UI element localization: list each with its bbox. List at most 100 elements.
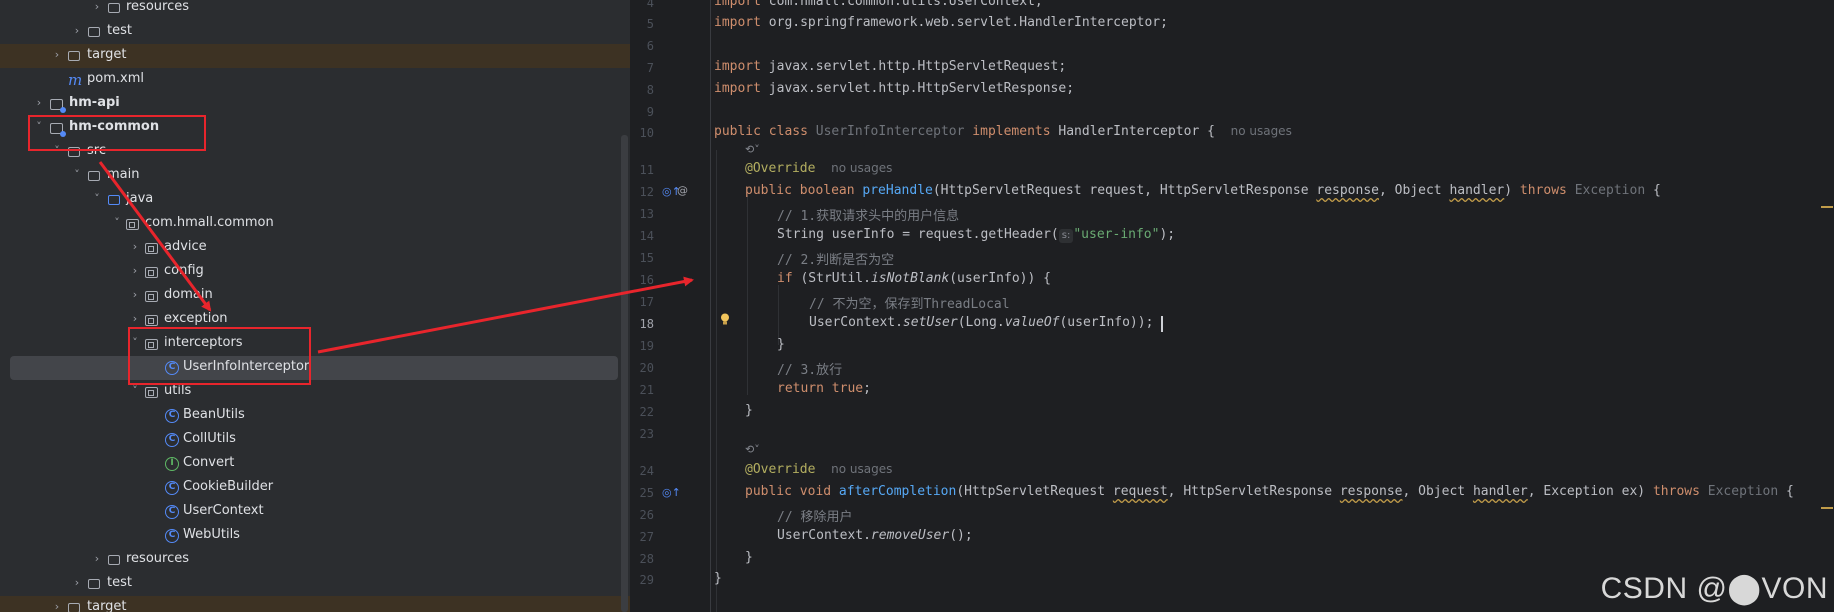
line-number: 18: [639, 317, 654, 331]
tree-item-label: advice: [164, 239, 207, 254]
tree-item-hm-api[interactable]: › hm-api: [0, 92, 630, 116]
chevron-right-icon[interactable]: ›: [50, 48, 64, 62]
tree-item-interceptors[interactable]: ˅ interceptors: [0, 332, 630, 356]
tree-item-label: exception: [164, 311, 228, 326]
tree-item-test[interactable]: › test: [0, 20, 630, 44]
tree-item-label: pom.xml: [87, 71, 144, 86]
inlay-hint-icon[interactable]: ⟲˅: [745, 443, 760, 456]
line-number: 28: [639, 552, 654, 566]
line-number: 22: [639, 405, 654, 419]
module-icon: [50, 99, 66, 113]
tree-item-cookiebuilder[interactable]: C CookieBuilder: [0, 476, 630, 500]
tree-item-label: Convert: [183, 455, 235, 470]
tree-item-com-hmall-common[interactable]: ˅ com.hmall.common: [0, 212, 630, 236]
chevron-down-icon[interactable]: ˅: [110, 216, 124, 230]
tree-item-label: utils: [164, 383, 192, 398]
tree-item-webutils[interactable]: C WebUtils: [0, 524, 630, 548]
tree-item-collutils[interactable]: C CollUtils: [0, 428, 630, 452]
tree-item-test[interactable]: › test: [0, 572, 630, 596]
tree-item-label: hm-api: [69, 95, 120, 110]
tree-item-label: CookieBuilder: [183, 479, 274, 494]
chevron-right-icon[interactable]: ›: [90, 552, 104, 566]
line-number: 13: [639, 207, 654, 221]
csdn-watermark: CSDN @⬤VON: [1600, 572, 1828, 605]
tree-item-label: test: [107, 23, 132, 38]
class-icon: C: [165, 481, 179, 495]
text-caret: [1161, 316, 1163, 332]
chevron-right-icon[interactable]: ›: [90, 0, 104, 14]
folder-icon: [108, 555, 120, 565]
tree-item-usercontext[interactable]: C UserContext: [0, 500, 630, 524]
folder-icon: [88, 171, 100, 181]
code-line-20: // 3.放行: [777, 363, 843, 378]
code-line-24: @Override no usages: [745, 462, 893, 477]
tree-item-target[interactable]: › target: [0, 44, 630, 68]
line-number: 4: [646, 0, 654, 10]
tree-item-main[interactable]: ˅ main: [0, 164, 630, 188]
warning-stripe-mark[interactable]: [1821, 206, 1833, 208]
folder-icon: [88, 579, 100, 589]
gutter-divider: [710, 0, 711, 612]
code-editor[interactable]: 4 5 6 7 8 9 10 11 12 13 14 15 16 17 18 19 20 21 22 23 24 25 26…: [630, 0, 1834, 612]
chevron-down-icon[interactable]: ˅: [90, 192, 104, 206]
code-line-16: if (StrUtil.isNotBlank(userInfo)) {: [777, 271, 1051, 286]
tree-item-target[interactable]: › target: [0, 596, 630, 612]
tree-item-convert[interactable]: I Convert: [0, 452, 630, 476]
line-number: 26: [639, 508, 654, 522]
class-icon: C: [165, 409, 179, 423]
tree-item-userinfointerceptor[interactable]: C UserInfoInterceptor: [10, 356, 618, 380]
tree-scrollbar[interactable]: [621, 135, 628, 612]
line-number: 20: [639, 361, 654, 375]
annotation-gutter-icon[interactable]: @: [677, 184, 688, 197]
override-gutter-icon[interactable]: ◎↑: [662, 486, 681, 499]
chevron-right-icon[interactable]: ›: [128, 312, 142, 326]
tree-item-label: test: [107, 575, 132, 590]
tree-item-resources[interactable]: › resources: [0, 0, 630, 20]
code-line-4: import com.hmall.common.utils.UserContex…: [714, 0, 1043, 9]
tree-item-label: resources: [126, 0, 190, 14]
chevron-right-icon[interactable]: ›: [70, 576, 84, 590]
tree-item-label: CollUtils: [183, 431, 236, 446]
tree-item-exception[interactable]: › exception: [0, 308, 630, 332]
source-folder-icon: [108, 195, 120, 205]
code-line-12: public boolean preHandle(HttpServletRequ…: [745, 183, 1661, 198]
chevron-right-icon[interactable]: ›: [128, 240, 142, 254]
tree-item-java[interactable]: ˅ java: [0, 188, 630, 212]
tree-item-config[interactable]: › config: [0, 260, 630, 284]
chevron-right-icon[interactable]: ›: [32, 96, 46, 110]
chevron-down-icon[interactable]: ˅: [128, 384, 142, 398]
tree-item-label: java: [126, 191, 154, 206]
tree-item-label: resources: [126, 551, 190, 566]
tree-item-label: UserContext: [183, 503, 264, 518]
code-line-28: }: [745, 550, 753, 565]
tree-item-resources[interactable]: › resources: [0, 548, 630, 572]
chevron-right-icon[interactable]: ›: [70, 24, 84, 38]
line-number: 12: [639, 185, 654, 199]
tree-item-domain[interactable]: › domain: [0, 284, 630, 308]
tree-item-pom-xml[interactable]: m pom.xml: [0, 68, 630, 92]
chevron-right-icon[interactable]: ›: [50, 600, 64, 612]
chevron-right-icon[interactable]: ›: [128, 264, 142, 278]
chevron-right-icon[interactable]: ›: [128, 288, 142, 302]
code-line-13: // 1.获取请求头中的用户信息: [777, 209, 960, 224]
inlay-hint-icon[interactable]: ⟲˅: [745, 143, 760, 156]
line-number: 10: [639, 126, 654, 140]
tree-item-beanutils[interactable]: C BeanUtils: [0, 404, 630, 428]
tree-item-label: com.hmall.common: [145, 215, 274, 230]
usages-hint: no usages: [1230, 124, 1292, 138]
tree-item-advice[interactable]: › advice: [0, 236, 630, 260]
chevron-down-icon[interactable]: ˅: [70, 168, 84, 182]
interface-icon: I: [165, 457, 179, 471]
usages-hint: no usages: [831, 161, 893, 175]
code-line-21: return true;: [777, 381, 871, 396]
tree-item-utils[interactable]: ˅ utils: [0, 380, 630, 404]
warning-stripe-mark[interactable]: [1821, 507, 1833, 509]
project-tree: › resources › test › target m pom.xml › hm-api ˅ hm…: [0, 0, 630, 612]
package-icon: [145, 267, 158, 278]
class-icon: C: [165, 505, 179, 519]
line-number: 27: [639, 530, 654, 544]
code-line-5: import org.springframework.web.servlet.H…: [714, 15, 1168, 30]
line-number: 11: [639, 163, 654, 177]
indent-guide: [747, 195, 748, 395]
lightbulb-icon[interactable]: [720, 313, 730, 325]
